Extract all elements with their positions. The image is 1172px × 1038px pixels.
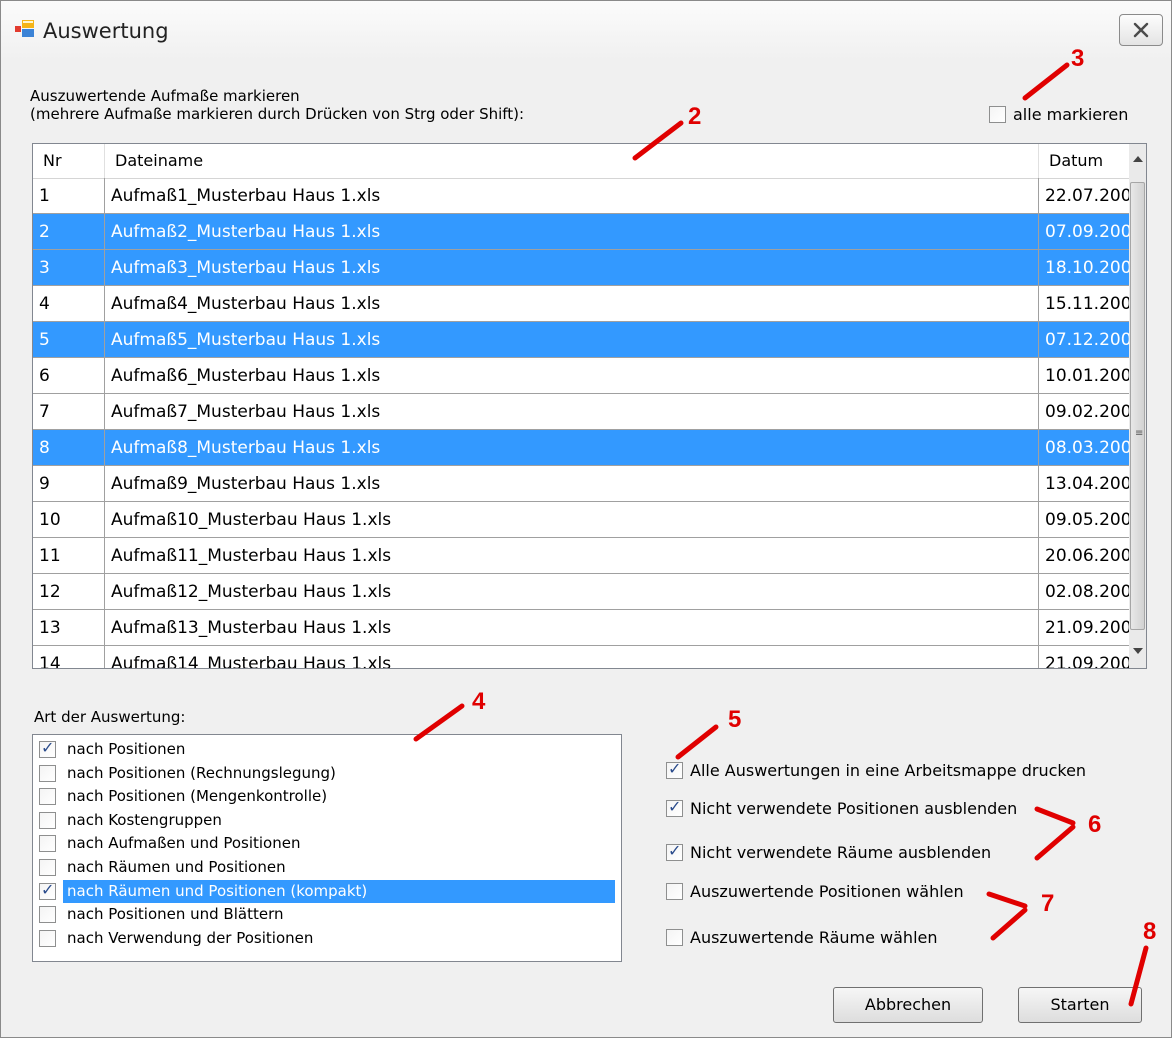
callout-line-5 [675,724,719,760]
callout-number-2: 2 [688,103,702,130]
callout-number-3: 3 [1071,45,1085,72]
callout-line-6a [1034,806,1076,826]
callout-number-8: 8 [1143,918,1157,945]
callout-line-8 [1128,945,1149,1007]
callout-line-6b [1034,824,1076,861]
callout-number-7: 7 [1041,890,1055,917]
callout-number-6: 6 [1088,811,1102,838]
callout-number-4: 4 [472,688,486,715]
callout-line-2 [632,120,684,161]
callout-line-7b [990,907,1028,941]
annotation-overlay [413,62,1149,1007]
callout-number-5: 5 [728,706,742,733]
callout-line-4 [413,703,465,742]
auswertung-dialog: Auswertung Auszuwertende Aufmaße markier… [0,0,1172,1038]
callout-line-3 [1022,62,1070,101]
callout-line-7a [986,891,1028,909]
